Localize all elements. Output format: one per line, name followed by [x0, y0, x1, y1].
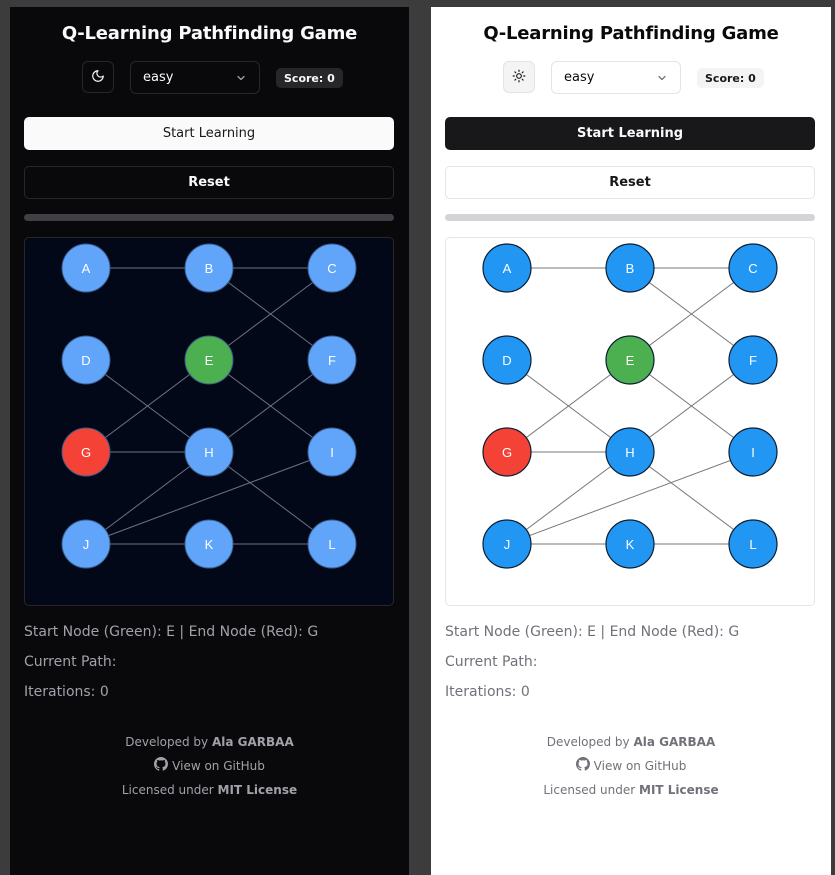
chevron-down-icon: [235, 72, 247, 88]
reset-button[interactable]: Reset: [445, 166, 815, 199]
page-title: Q-Learning Pathfinding Game: [61, 23, 358, 44]
sun-icon: [512, 68, 526, 87]
author-link[interactable]: Ala GARBAA: [212, 735, 294, 749]
difficulty-value: easy: [564, 70, 595, 85]
license-credit: Licensed under MIT License: [10, 783, 409, 797]
chevron-down-icon: [656, 72, 668, 88]
light-theme-panel: Q-Learning Pathfinding Game easy Score: …: [431, 7, 831, 875]
start-learning-button[interactable]: Start Learning: [445, 117, 815, 150]
github-link-label: View on GitHub: [593, 758, 687, 773]
graph-node-label-A: A: [503, 261, 512, 276]
progress-bar: [445, 214, 815, 221]
dark-theme-panel: Q-Learning Pathfinding Game easy Score: …: [10, 7, 409, 875]
graph-node-label-D: D: [502, 353, 511, 368]
graph-node-label-K: K: [626, 537, 635, 552]
author-link[interactable]: Ala GARBAA: [633, 735, 715, 749]
graph-node-label-F: F: [749, 353, 757, 368]
github-link[interactable]: View on GitHub: [431, 757, 831, 774]
graph-node-label-B: B: [205, 261, 214, 276]
moon-icon: [91, 68, 105, 87]
reset-button[interactable]: Reset: [24, 166, 394, 199]
graph-node-label-J: J: [504, 537, 511, 552]
graph-node-label-C: C: [748, 261, 757, 276]
graph-node-label-I: I: [751, 445, 755, 460]
graph-canvas: A B C D E F G H I J K L: [24, 237, 394, 606]
graph-node-label-H: H: [625, 445, 634, 460]
start-end-info: Start Node (Green): E | End Node (Red): …: [445, 624, 740, 640]
score-badge: Score: 0: [276, 68, 343, 88]
developed-by-label: Developed by: [546, 735, 630, 749]
graph-canvas: A B C D E F G H I J K L: [445, 237, 815, 606]
theme-toggle-button[interactable]: [503, 61, 535, 93]
developer-credit: Developed by Ala GARBAA: [431, 735, 831, 749]
page-title: Q-Learning Pathfinding Game: [483, 23, 779, 44]
github-icon: [154, 757, 169, 774]
start-learning-button[interactable]: Start Learning: [24, 117, 394, 150]
graph-node-label-E: E: [205, 353, 214, 368]
difficulty-select[interactable]: easy: [130, 61, 260, 94]
graph-node-label-G: G: [81, 445, 91, 460]
license-credit: Licensed under MIT License: [431, 783, 831, 797]
license-prefix: Licensed under: [121, 783, 214, 797]
graph-node-label-L: L: [328, 537, 335, 552]
license-link[interactable]: MIT License: [639, 783, 719, 797]
graph-node-label-H: H: [204, 445, 213, 460]
iterations-info: Iterations: 0: [24, 684, 109, 700]
graph-node-label-D: D: [81, 353, 90, 368]
start-end-info: Start Node (Green): E | End Node (Red): …: [24, 624, 319, 640]
graph-node-label-I: I: [330, 445, 334, 460]
score-badge: Score: 0: [697, 68, 764, 88]
current-path-info: Current Path:: [445, 654, 538, 670]
github-link-label: View on GitHub: [172, 758, 265, 773]
iterations-info: Iterations: 0: [445, 684, 530, 700]
difficulty-select[interactable]: easy: [551, 61, 681, 94]
current-path-info: Current Path:: [24, 654, 117, 670]
github-icon: [575, 757, 590, 774]
github-link[interactable]: View on GitHub: [10, 757, 409, 774]
graph-node-label-G: G: [502, 445, 512, 460]
theme-toggle-button[interactable]: [82, 61, 114, 93]
graph-node-label-J: J: [83, 537, 90, 552]
graph-node-label-C: C: [327, 261, 336, 276]
graph-node-label-E: E: [626, 353, 635, 368]
graph-node-label-L: L: [749, 537, 756, 552]
developer-credit: Developed by Ala GARBAA: [10, 735, 409, 749]
license-prefix: Licensed under: [543, 783, 636, 797]
graph-node-label-F: F: [328, 353, 336, 368]
graph-node-label-A: A: [82, 261, 91, 276]
graph-node-label-K: K: [205, 537, 214, 552]
graph-node-label-B: B: [626, 261, 635, 276]
developed-by-label: Developed by: [125, 735, 209, 749]
progress-bar: [24, 214, 394, 221]
difficulty-value: easy: [143, 70, 174, 85]
license-link[interactable]: MIT License: [218, 783, 298, 797]
